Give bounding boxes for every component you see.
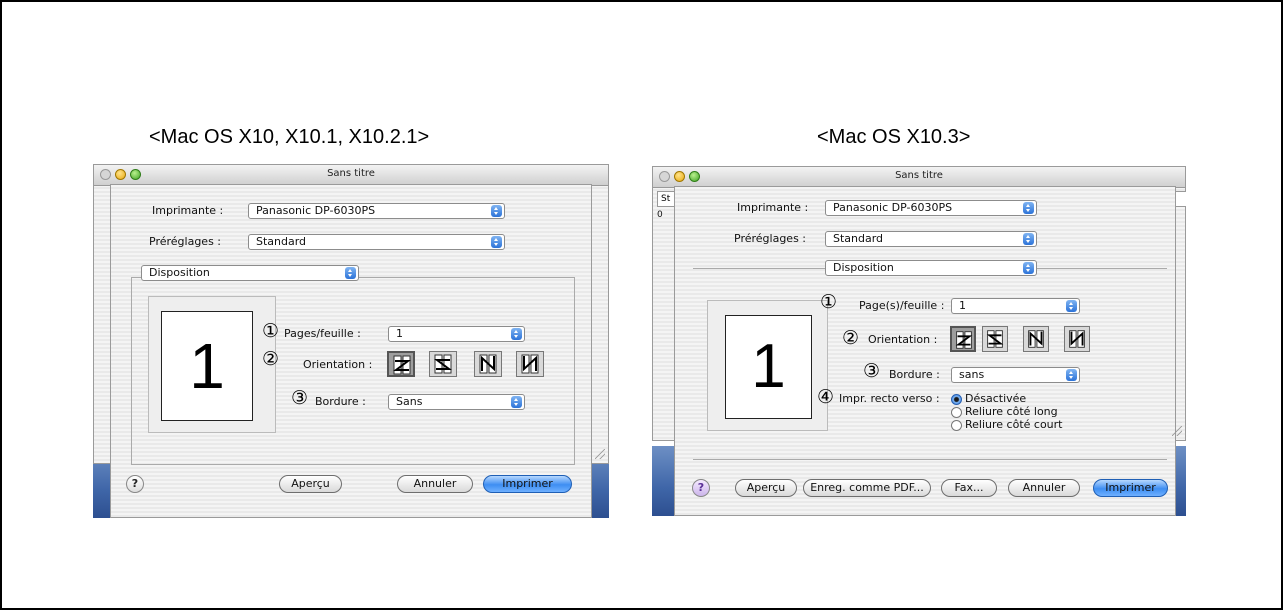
preview-page: 1: [161, 311, 253, 421]
border-label: Bordure :: [889, 368, 940, 381]
orientation-label: Orientation :: [303, 358, 373, 371]
duplex-long-edge-label: Reliure côté long: [965, 405, 1058, 418]
presets-popup[interactable]: Standard: [825, 231, 1037, 247]
preview-button[interactable]: Aperçu: [735, 479, 797, 497]
popup-arrows-icon: [1023, 233, 1034, 245]
marker-1-icon: ①: [262, 320, 280, 342]
screenshot-macos-x10-3: Sans titre St 0 Imprimante : Panasonic D…: [652, 166, 1186, 516]
n-orientation-icon[interactable]: [1064, 326, 1090, 352]
border-value: Sans: [396, 395, 423, 408]
n-orientation-icon[interactable]: [516, 351, 544, 377]
printer-value: Panasonic DP-6030PS: [256, 204, 376, 217]
marker-2-icon: ②: [262, 348, 280, 370]
popup-arrows-icon: [491, 205, 502, 217]
resize-grip-icon[interactable]: [595, 449, 605, 459]
title-bar: Sans titre: [653, 167, 1185, 188]
popup-arrows-icon: [1066, 300, 1077, 312]
marker-2-icon: ②: [842, 327, 860, 349]
presets-value: Standard: [833, 232, 884, 245]
marker-4-icon: ④: [817, 386, 835, 408]
printer-label: Imprimante :: [737, 201, 809, 214]
panel-popup[interactable]: Disposition: [825, 260, 1037, 276]
presets-label: Préréglages :: [734, 232, 806, 245]
popup-arrows-icon: [1066, 369, 1077, 381]
duplex-short-edge-label: Reliure côté court: [965, 418, 1063, 431]
border-value: sans: [959, 368, 985, 381]
print-sheet: Imprimante : Panasonic DP-6030PS Prérégl…: [110, 184, 592, 518]
printer-label: Imprimante :: [152, 204, 224, 217]
duplex-off-radio[interactable]: [951, 394, 962, 405]
separator: [693, 459, 1167, 460]
presets-label: Préréglages :: [149, 235, 221, 248]
heading-left: <Mac OS X10, X10.1, X10.2.1>: [149, 126, 430, 148]
border-label: Bordure :: [315, 395, 366, 408]
layout-preview: 1: [148, 296, 276, 433]
panel-value: Disposition: [833, 261, 894, 274]
title-bar: Sans titre: [94, 165, 608, 186]
duplex-off-label: Désactivée: [965, 392, 1027, 405]
preview-page: 1: [725, 315, 812, 419]
popup-arrows-icon: [345, 267, 356, 279]
orientation-label: Orientation :: [868, 333, 938, 346]
pages-per-sheet-popup[interactable]: 1: [388, 326, 525, 342]
pages-per-sheet-value: 1: [396, 327, 403, 340]
border-popup[interactable]: Sans: [388, 394, 525, 410]
help-button[interactable]: ?: [126, 475, 144, 493]
popup-arrows-icon: [511, 328, 522, 340]
marker-3-icon: ③: [863, 360, 881, 382]
printer-value: Panasonic DP-6030PS: [833, 201, 953, 214]
heading-right: <Mac OS X10.3>: [817, 126, 971, 148]
marker-3-icon: ③: [291, 387, 309, 409]
window-title: Sans titre: [327, 168, 375, 179]
border-popup[interactable]: sans: [951, 367, 1080, 383]
reverse-z-orientation-icon[interactable]: [982, 326, 1008, 352]
layout-preview: 1: [707, 300, 828, 431]
pages-per-sheet-label: Page(s)/feuille :: [859, 299, 945, 312]
panel-popup[interactable]: Disposition: [141, 265, 359, 281]
printer-popup[interactable]: Panasonic DP-6030PS: [248, 203, 505, 219]
ruler-fragment: 0: [657, 210, 663, 220]
duplex-label: Impr. recto verso :: [839, 392, 940, 405]
presets-value: Standard: [256, 235, 307, 248]
reverse-n-orientation-icon[interactable]: [1023, 326, 1049, 352]
panel-value: Disposition: [149, 266, 210, 279]
save-as-pdf-button[interactable]: Enreg. comme PDF...: [803, 479, 931, 497]
preview-button[interactable]: Aperçu: [279, 475, 342, 493]
cancel-button[interactable]: Annuler: [397, 475, 473, 493]
popup-arrows-icon: [1023, 202, 1034, 214]
duplex-short-edge-radio[interactable]: [951, 420, 962, 431]
resize-grip-icon[interactable]: [1172, 426, 1182, 436]
printer-popup[interactable]: Panasonic DP-6030PS: [825, 200, 1037, 216]
print-button[interactable]: Imprimer: [1093, 479, 1168, 497]
reverse-z-orientation-icon[interactable]: [429, 351, 457, 377]
fax-button[interactable]: Fax...: [941, 479, 997, 497]
cancel-button[interactable]: Annuler: [1008, 479, 1080, 497]
duplex-long-edge-radio[interactable]: [951, 407, 962, 418]
reverse-n-orientation-icon[interactable]: [474, 351, 502, 377]
popup-arrows-icon: [491, 236, 502, 248]
window-title: Sans titre: [895, 170, 943, 181]
z-orientation-icon[interactable]: [387, 351, 415, 377]
pages-per-sheet-value: 1: [959, 299, 966, 312]
help-button[interactable]: ?: [692, 479, 710, 497]
marker-1-icon: ①: [820, 291, 838, 313]
pages-per-sheet-label: Pages/feuille :: [284, 327, 361, 340]
popup-arrows-icon: [511, 396, 522, 408]
screenshot-macos-x10: Sans titre Imprimante : Panasonic DP-603…: [93, 164, 609, 518]
presets-popup[interactable]: Standard: [248, 234, 505, 250]
print-sheet: Imprimante : Panasonic DP-6030PS Prérégl…: [674, 186, 1176, 516]
popup-arrows-icon: [1023, 262, 1034, 274]
print-button[interactable]: Imprimer: [483, 475, 572, 493]
z-orientation-icon[interactable]: [950, 326, 976, 352]
pages-per-sheet-popup[interactable]: 1: [951, 298, 1080, 314]
